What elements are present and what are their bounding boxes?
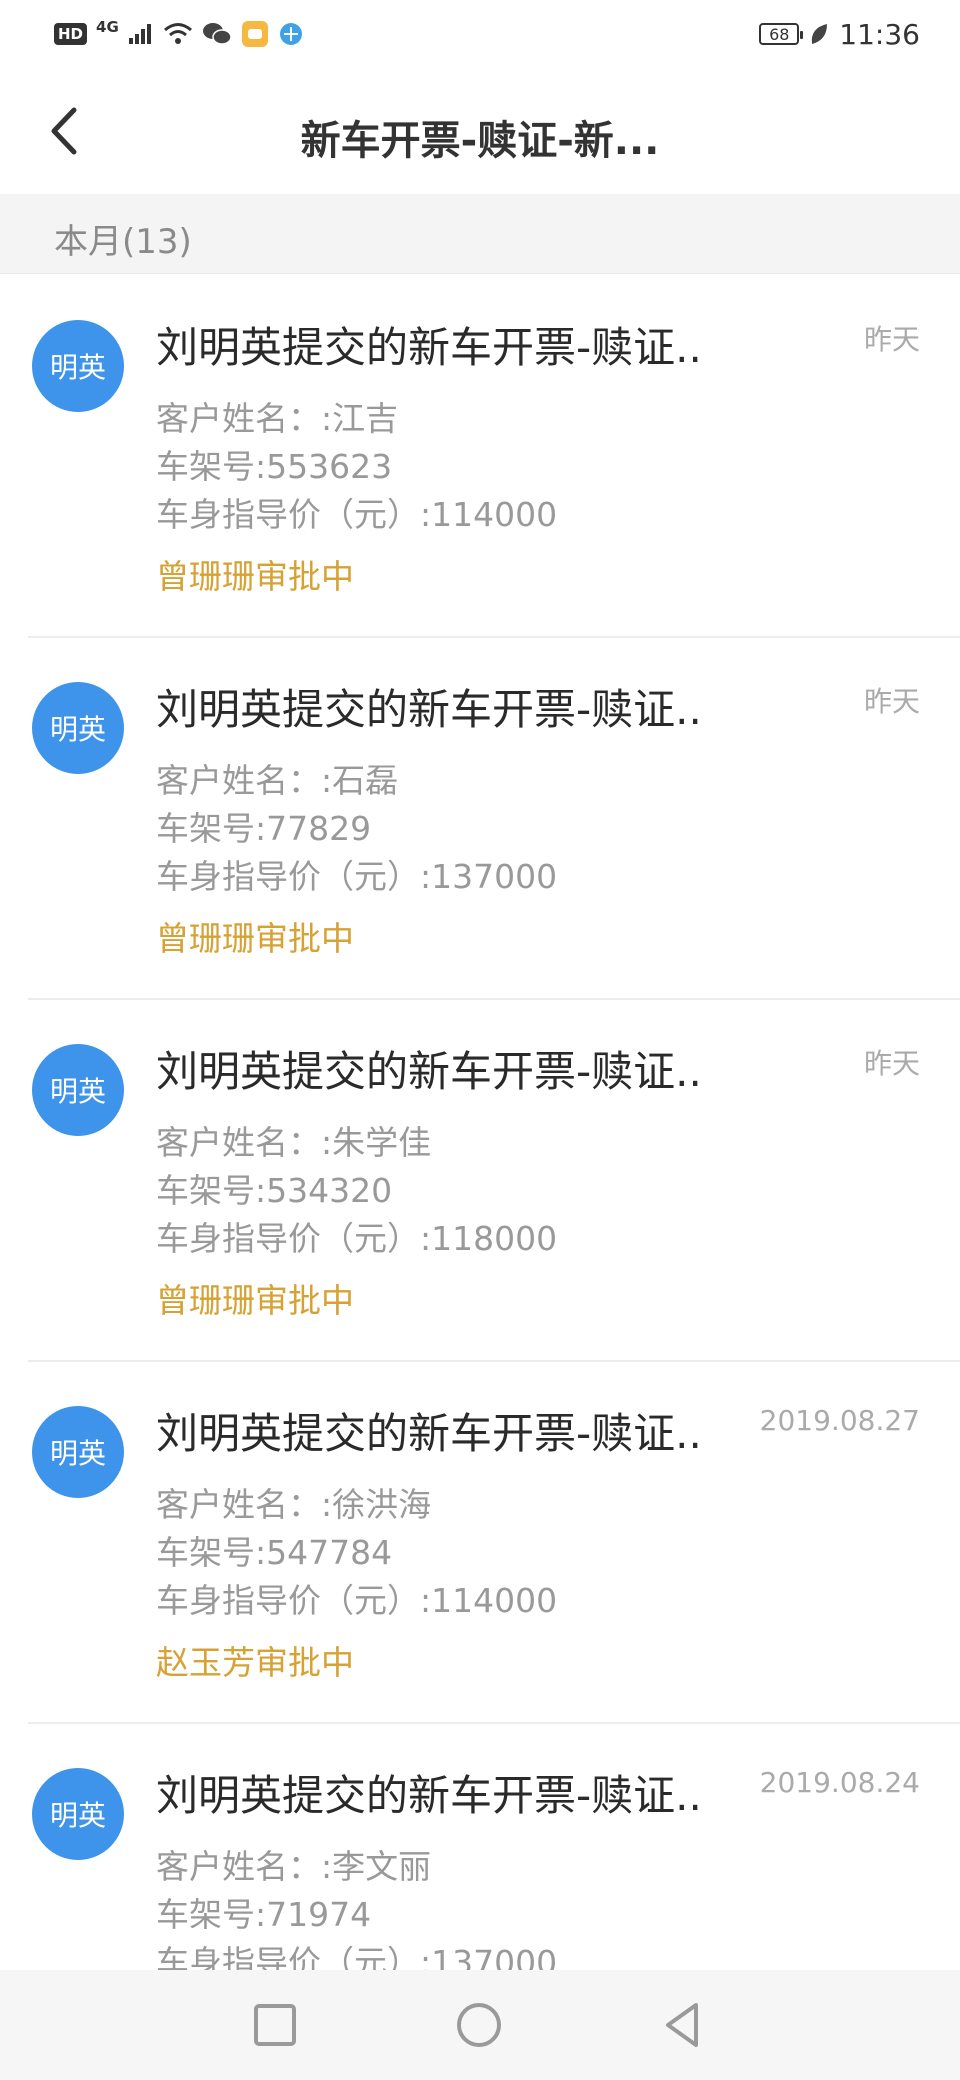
section-label: 本月(13) [54,222,192,262]
app-header: 新车开票-赎证-新... [0,68,960,194]
avatar: 明英 [32,1768,124,1860]
battery-icon: 68 [759,23,804,45]
section-header: 本月(13) [0,194,960,274]
recent-apps-square-icon [254,2004,296,2046]
item-date: 昨天 [863,323,920,356]
customer-name: 客户姓名：:徐洪海 [156,1485,432,1524]
home-circle-icon [457,2003,501,2047]
vin-number: 车架号:534320 [156,1171,393,1210]
item-title: 刘明英提交的新车开票-赎证.. [156,685,702,734]
customer-name: 客户姓名：:江吉 [156,399,399,438]
message-app-icon [241,21,268,47]
approval-status: 曾珊珊审批中 [156,557,354,596]
approval-list: 明英 刘明英提交的新车开票-赎证.. 昨天 客户姓名：:江吉 车架号:55362… [0,274,960,1970]
page-title: 新车开票-赎证-新... [300,118,660,164]
avatar: 明英 [32,320,124,412]
clock: 11:36 [839,17,920,51]
approval-status: 赵玉芳审批中 [156,1643,354,1682]
guide-price: 车身指导价（元）:114000 [156,495,558,534]
wifi-icon [163,23,192,44]
recent-apps-button[interactable] [242,1992,308,2058]
customer-name: 客户姓名：:石磊 [156,761,399,800]
guide-price: 车身指导价（元）:114000 [156,1581,558,1620]
status-left: HD 4G [54,14,304,54]
list-item[interactable]: 明英 刘明英提交的新车开票-赎证.. 昨天 客户姓名：:朱学佳 车架号:5343… [0,998,960,1360]
back-triangle-icon [666,2003,698,2047]
item-date: 2019.08.24 [759,1766,920,1799]
battery-level: 68 [769,24,790,44]
guide-price: 车身指导价（元）:118000 [156,1219,558,1258]
approval-status: 曾珊珊审批中 [156,1281,354,1320]
list-item[interactable]: 明英 刘明英提交的新车开票-赎证.. 昨天 客户姓名：:石磊 车架号:77829… [0,636,960,998]
avatar: 明英 [32,1406,124,1498]
vin-number: 车架号:553623 [156,447,393,486]
item-date: 昨天 [863,1047,920,1080]
customer-name: 客户姓名：:李文丽 [156,1847,432,1886]
item-date: 2019.08.27 [759,1404,920,1437]
hd-badge: HD [54,23,88,45]
item-title: 刘明英提交的新车开票-赎证.. [156,323,702,372]
home-button[interactable] [446,1992,512,2058]
status-right: 68 11:36 [759,12,920,56]
network-type: 4G [96,18,119,36]
vin-number: 车架号:77829 [156,809,372,848]
back-arrow-icon [51,107,77,155]
approval-status: 曾珊珊审批中 [156,919,354,958]
browser-icon [279,23,302,45]
vin-number: 车架号:547784 [156,1533,393,1572]
guide-price: 车身指导价（元）:137000 [156,857,558,896]
avatar: 明英 [32,682,124,774]
list-item[interactable]: 明英 刘明英提交的新车开票-赎证.. 昨天 客户姓名：:江吉 车架号:55362… [0,274,960,636]
leaf-icon [812,24,828,44]
vin-number: 车架号:71974 [156,1895,372,1934]
system-back-button[interactable] [650,1992,716,2058]
status-bar: HD 4G 68 11:36 [0,0,960,68]
item-date: 昨天 [863,685,920,718]
avatar: 明英 [32,1044,124,1136]
back-button[interactable] [30,96,100,166]
system-nav-bar [0,1970,960,2080]
item-title: 刘明英提交的新车开票-赎证.. [156,1771,702,1820]
wechat-icon [202,23,232,45]
list-item[interactable]: 明英 刘明英提交的新车开票-赎证.. 2019.08.27 客户姓名：:徐洪海 … [0,1360,960,1722]
signal-icon [128,24,151,44]
customer-name: 客户姓名：:朱学佳 [156,1123,432,1162]
list-item[interactable]: 明英 刘明英提交的新车开票-赎证.. 2019.08.24 客户姓名：:李文丽 … [0,1722,960,1970]
item-title: 刘明英提交的新车开票-赎证.. [156,1047,702,1096]
item-title: 刘明英提交的新车开票-赎证.. [156,1409,702,1458]
guide-price: 车身指导价（元）:137000 [156,1943,558,1970]
